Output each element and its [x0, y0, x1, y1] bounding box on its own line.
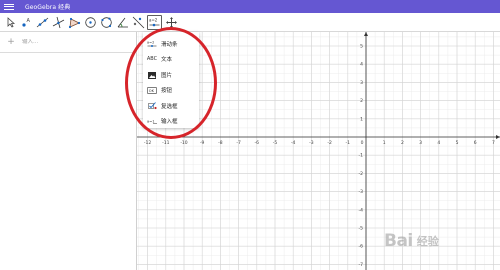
perpendicular-line-tool-icon[interactable]: [51, 15, 66, 30]
angle-tool-icon[interactable]: [115, 15, 130, 30]
dropdown-item-label: 图片: [161, 73, 173, 79]
x-tick-label: 5: [456, 140, 459, 146]
dropdown-item-text[interactable]: ABC 文本: [147, 53, 172, 65]
x-tick-label: 1: [383, 140, 386, 146]
y-tick-label: -2: [359, 171, 364, 177]
svg-text:A: A: [27, 18, 31, 24]
reflect-tool-icon[interactable]: [131, 15, 146, 30]
dropdown-item-label: 文本: [161, 57, 173, 63]
y-tick-label: -4: [359, 207, 364, 213]
dropdown-item-slider[interactable]: a=2 滑动条: [147, 38, 178, 50]
move-tool-icon[interactable]: [4, 15, 19, 30]
dropdown-item-button[interactable]: OK 按钮: [147, 84, 172, 96]
text-icon: ABC: [146, 56, 158, 62]
y-tick-label: 4: [360, 62, 363, 68]
x-tick-label: 4: [437, 140, 440, 146]
line-tool-icon[interactable]: [35, 15, 50, 30]
hamburger-menu-icon[interactable]: [4, 3, 14, 10]
checkbox-icon: [147, 102, 157, 111]
x-tick-label: 7: [492, 140, 495, 146]
dropdown-item-label: 输入框: [161, 119, 178, 125]
dropdown-item-label: 按钮: [161, 88, 173, 94]
y-tick-label: -7: [359, 262, 364, 268]
y-tick-label: -6: [359, 244, 364, 250]
slider-icon: a=2: [147, 40, 157, 49]
watermark-text: 经验: [416, 235, 439, 248]
algebra-input-row: +: [0, 32, 137, 53]
x-tick-label: -5: [273, 140, 278, 146]
svg-text:OK: OK: [149, 89, 155, 93]
button-icon: OK: [147, 86, 157, 95]
y-tick-label: -1: [359, 153, 364, 159]
y-tick-label: 3: [360, 80, 363, 86]
y-tick-label: 5: [360, 44, 363, 50]
toolbar: A a=2: [0, 13, 500, 32]
x-tick-label: -6: [255, 140, 260, 146]
algebra-view: +: [0, 32, 137, 270]
circle-three-points-tool-icon[interactable]: [99, 15, 114, 30]
x-axis-arrow: [496, 135, 500, 139]
x-tick-label: -4: [291, 140, 296, 146]
algebra-input[interactable]: [22, 39, 122, 45]
x-tick-label: 6: [474, 140, 477, 146]
svg-text:a=2: a=2: [147, 41, 154, 45]
input-box-icon: a=1: [147, 117, 157, 126]
dropdown-item-input-box[interactable]: a=1 输入框: [147, 115, 178, 127]
x-tick-label: -7: [236, 140, 241, 146]
svg-text:a=1: a=1: [147, 119, 155, 123]
x-tick-label: 2: [401, 140, 404, 146]
circle-tool-icon[interactable]: [83, 15, 98, 30]
y-tick-label: -3: [359, 189, 364, 195]
slider-tool-icon[interactable]: a=2: [147, 15, 162, 30]
watermark-logo: Bai: [384, 231, 413, 251]
baidu-watermark: Bai 经验: [384, 226, 496, 256]
point-tool-icon[interactable]: A: [19, 15, 34, 30]
x-tick-label: -8: [218, 140, 223, 146]
x-tick-label: -12: [144, 140, 151, 146]
x-tick-label: -10: [180, 140, 187, 146]
x-tick-label: 0: [361, 140, 364, 146]
x-tick-label: -3: [309, 140, 314, 146]
title-bar: GeoGebra 经典: [0, 0, 500, 13]
x-tick-label: -1: [346, 140, 351, 146]
y-tick-label: 2: [360, 98, 363, 104]
x-tick-label: -11: [162, 140, 169, 146]
polygon-tool-icon[interactable]: [67, 15, 82, 30]
svg-text:a=2: a=2: [149, 18, 158, 23]
image-icon: [147, 71, 157, 80]
dropdown-item-label: 滑动条: [161, 42, 178, 48]
y-axis-arrow: [364, 32, 368, 36]
plus-icon[interactable]: +: [0, 37, 22, 47]
tool-dropdown-menu: a=2 滑动条 ABC 文本 图片 OK 按钮 复选框 a=1 输入框: [143, 32, 199, 128]
x-tick-label: -9: [200, 140, 205, 146]
geogebra-app: GeoGebra 经典 A a=2 + 输入... -12 -11 -10 -9…: [0, 0, 500, 270]
x-tick-label: -2: [327, 140, 332, 146]
y-tick-label: -5: [359, 226, 364, 232]
move-graphics-view-tool-icon[interactable]: [164, 15, 179, 30]
dropdown-item-label: 复选框: [161, 104, 178, 110]
dropdown-item-checkbox[interactable]: 复选框: [147, 100, 178, 112]
x-tick-label: 3: [419, 140, 422, 146]
y-tick-label: 1: [360, 116, 363, 122]
app-title: GeoGebra 经典: [25, 4, 71, 11]
dropdown-item-image[interactable]: 图片: [147, 69, 172, 81]
